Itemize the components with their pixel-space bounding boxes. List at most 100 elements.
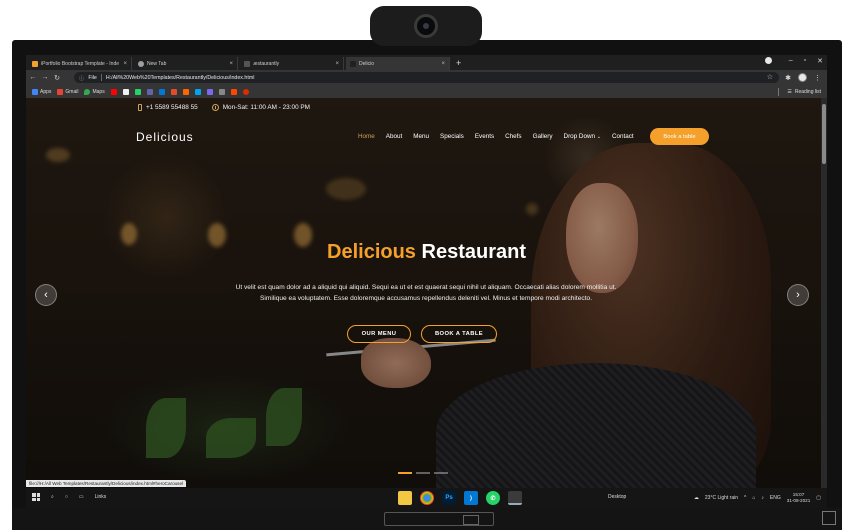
bookmark-youtube[interactable] [110, 88, 117, 95]
photoshop-icon[interactable]: Ps [442, 491, 456, 505]
tab-favicon-icon [32, 60, 38, 67]
bookmark-star-icon[interactable]: ☆ [767, 73, 773, 81]
chevron-up-icon[interactable]: ^ [744, 495, 746, 501]
language-indicator[interactable]: ENG [770, 495, 781, 501]
bookmark-azure[interactable] [158, 88, 165, 95]
carousel-indicator[interactable] [416, 472, 430, 474]
site-logo[interactable]: Delicious [136, 130, 194, 144]
search-icon[interactable]: ⌕ [51, 494, 54, 500]
bookmark-red[interactable] [242, 88, 249, 95]
info-icon[interactable]: ⓘ [79, 74, 84, 82]
close-window-icon[interactable]: ✕ [817, 57, 823, 65]
bookmark-stack[interactable] [182, 88, 189, 95]
monitor-power-button[interactable] [822, 511, 836, 525]
nav-home[interactable]: Home [358, 133, 375, 140]
close-tab-icon[interactable]: × [441, 61, 445, 67]
browser-tab-strip: iPortfolio Bootstrap Template - Inde × N… [26, 55, 827, 70]
reading-list[interactable]: ☰ Reading list [778, 88, 821, 96]
links-toolbar[interactable]: Links [95, 494, 107, 500]
menu-kebab-icon[interactable]: ⋮ [814, 74, 821, 82]
purple-app-icon [206, 88, 213, 95]
browser-tab-active[interactable]: Delicio × [346, 57, 450, 70]
bookmark-apps[interactable]: Apps [32, 88, 52, 95]
nav-about[interactable]: About [386, 133, 402, 140]
nav-specials[interactable]: Specials [440, 133, 464, 140]
windows-start-icon[interactable] [32, 493, 40, 501]
browser-tab[interactable]: iPortfolio Bootstrap Template - Inde × [28, 57, 132, 70]
bookmark-purple[interactable] [206, 88, 213, 95]
whatsapp-icon[interactable]: ✆ [486, 491, 500, 505]
browser-tab[interactable]: ɹestaurantly × [240, 57, 344, 70]
our-menu-button[interactable]: OUR MENU [347, 325, 411, 343]
teams-icon [146, 88, 153, 95]
address-bar[interactable]: ⓘ File H:/All%20Web%20Templates/Restaura… [74, 72, 779, 83]
taskbar-left: ⌕ ○ ▭ Links [32, 493, 106, 501]
extensions-icon[interactable]: ✱ [785, 74, 791, 82]
bookmark-label: Apps [40, 88, 52, 95]
url-text[interactable]: H:/All%20Web%20Templates/Restaurantly/De… [106, 75, 255, 81]
book-table-button[interactable]: Book a table [650, 128, 709, 145]
close-tab-icon[interactable]: × [335, 61, 339, 67]
bookmark-teams[interactable] [146, 88, 153, 95]
vscode-icon[interactable]: ⟩ [464, 491, 478, 505]
volume-icon[interactable]: ♪ [761, 495, 764, 501]
status-bar-url: file:///H:/All Web Templates/Restaurantl… [26, 480, 187, 487]
record-icon[interactable] [764, 57, 772, 64]
phone-number: +1 5589 55488 55 [146, 104, 198, 111]
maximize-icon[interactable]: ▫ [804, 57, 806, 65]
network-icon[interactable]: ⌂ [752, 495, 755, 501]
task-view-icon[interactable]: ▭ [79, 494, 84, 500]
chrome-active-icon[interactable] [508, 491, 522, 505]
minimize-icon[interactable]: – [789, 57, 793, 65]
carousel-indicator[interactable] [398, 472, 412, 474]
bookmark-whatsapp[interactable] [134, 88, 141, 95]
phone-icon [138, 104, 142, 111]
page-scrollbar[interactable] [821, 98, 827, 488]
bookmark-html[interactable] [170, 88, 177, 95]
taskbar-clock[interactable]: 15:07 31-08-2021 [787, 492, 811, 504]
bookmark-reddit[interactable] [230, 88, 237, 95]
bookmark-dark[interactable] [218, 88, 225, 95]
carousel-indicator[interactable] [434, 472, 448, 474]
new-tab-button[interactable]: + [450, 57, 467, 70]
notifications-icon[interactable]: ▢ [816, 495, 821, 501]
url-scheme-label: File [88, 74, 97, 81]
carousel-prev-button[interactable]: ‹ [35, 284, 57, 306]
hours-text: Mon-Sat: 11:00 AM - 23:00 PM [222, 104, 310, 111]
bookmark-gmail[interactable]: Gmail [57, 88, 78, 95]
book-a-table-button[interactable]: BOOK A TABLE [421, 325, 497, 343]
tab-title: New Tab [147, 60, 167, 67]
photo-frame: iPortfolio Bootstrap Template - Inde × N… [0, 0, 852, 532]
desktop-toolbar[interactable]: Desktop [608, 494, 626, 500]
bookmark-maps[interactable]: Maps [84, 88, 105, 95]
nav-dropdown[interactable]: Drop Down ⌄ [564, 133, 601, 140]
dark-app-icon [218, 88, 225, 95]
weather-text[interactable]: 23°C Light rain [705, 495, 738, 501]
close-tab-icon[interactable]: × [229, 61, 233, 67]
taskbar-apps: Ps ⟩ ✆ [398, 491, 522, 505]
nav-chefs[interactable]: Chefs [505, 133, 521, 140]
nav-events[interactable]: Events [475, 133, 494, 140]
browser-tab[interactable]: New Tab × [134, 57, 238, 70]
carousel-next-button[interactable]: › [787, 284, 809, 306]
scrollbar-thumb[interactable] [822, 104, 826, 164]
tab-title: ɹestaurantly [253, 60, 280, 67]
chrome-icon[interactable] [420, 491, 434, 505]
nav-gallery[interactable]: Gallery [533, 133, 553, 140]
bookmark-windows[interactable] [194, 88, 201, 95]
back-icon[interactable]: ← [28, 74, 38, 81]
profile-avatar[interactable] [798, 73, 807, 82]
nav-contact[interactable]: Contact [612, 133, 634, 140]
file-explorer-icon[interactable] [398, 491, 412, 505]
close-tab-icon[interactable]: × [123, 61, 127, 67]
nav-menu[interactable]: Menu [413, 133, 429, 140]
forward-icon[interactable]: → [40, 74, 50, 81]
webcam-lens [414, 14, 438, 38]
reload-icon[interactable]: ↻ [52, 74, 62, 82]
window-controls: – ▫ ✕ [764, 57, 823, 65]
tab-favicon-icon [138, 60, 144, 67]
cortana-icon[interactable]: ○ [65, 494, 68, 500]
address-bar-row: ← → ↻ ⓘ File H:/All%20Web%20Templates/Re… [26, 70, 827, 85]
clock-date: 31-08-2021 [786, 498, 811, 503]
bookmark-flag[interactable] [122, 88, 129, 95]
